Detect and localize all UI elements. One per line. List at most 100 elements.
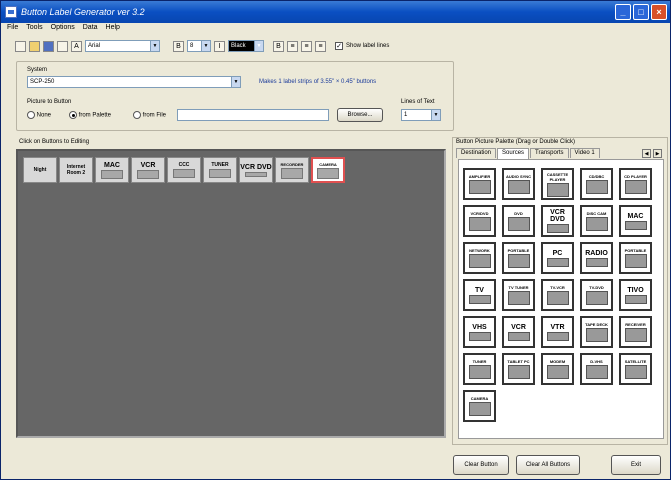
- minimize-icon[interactable]: _: [615, 4, 631, 20]
- radio-file[interactable]: [133, 111, 141, 119]
- tab-video-1[interactable]: Video 1: [569, 148, 600, 158]
- picture-option-file[interactable]: from File: [133, 111, 166, 119]
- chevron-down-icon[interactable]: ▼: [150, 41, 159, 51]
- window-title: Button Label Generator ver 3.2: [21, 7, 145, 17]
- bold-icon[interactable]: B: [273, 40, 284, 52]
- menu-data[interactable]: Data: [83, 24, 98, 36]
- palette-button-text: MAC: [627, 212, 644, 220]
- palette-button[interactable]: TUNER: [463, 353, 496, 385]
- tab-destination[interactable]: Destination: [456, 148, 497, 158]
- device-picture-icon: [468, 365, 491, 379]
- tab-scroll-left-icon[interactable]: ◀: [642, 149, 651, 158]
- palette-button-label: RECEIVER: [625, 322, 646, 327]
- palette-button[interactable]: MAC: [619, 205, 652, 237]
- palette-button[interactable]: TV-DVD: [580, 279, 613, 311]
- edit-button-mac[interactable]: MAC: [95, 157, 129, 183]
- palette-button[interactable]: VTR: [541, 316, 574, 348]
- chevron-down-icon[interactable]: ▼: [254, 41, 263, 51]
- edit-canvas[interactable]: Night Internet Room 2 MAC VCR CCC TUNER …: [16, 149, 446, 438]
- picture-option-palette[interactable]: from Palette: [69, 111, 111, 119]
- tab-scroll-right-icon[interactable]: ▶: [653, 149, 662, 158]
- font-icon[interactable]: A: [71, 40, 82, 52]
- palette-button[interactable]: PORTABLE: [619, 242, 652, 274]
- chevron-down-icon[interactable]: ▼: [201, 41, 210, 51]
- menu-help[interactable]: Help: [106, 24, 120, 36]
- palette-button[interactable]: CAMERA: [463, 390, 496, 422]
- menu-tools[interactable]: Tools: [26, 24, 42, 36]
- bold-toggle-icon[interactable]: B: [173, 40, 184, 52]
- browse-button[interactable]: Browse...: [337, 108, 383, 122]
- palette-button[interactable]: VCR: [502, 316, 535, 348]
- clear-button[interactable]: Clear Button: [453, 455, 509, 475]
- align-left-icon[interactable]: ≡: [287, 40, 298, 52]
- palette-button[interactable]: D-VHS: [580, 353, 613, 385]
- edit-button-vcr-dvd[interactable]: VCR DVD: [239, 157, 273, 183]
- edit-button-text: CCC: [178, 162, 190, 168]
- palette-button[interactable]: TAPE DECK: [580, 316, 613, 348]
- tab-transports[interactable]: Transports: [530, 148, 569, 158]
- radio-palette[interactable]: [69, 111, 77, 119]
- system-combo[interactable]: SCP-250 ▼: [27, 76, 241, 88]
- chevron-down-icon[interactable]: ▼: [231, 77, 240, 87]
- edit-button-ccc[interactable]: CCC: [167, 157, 201, 183]
- tab-sources[interactable]: Sources: [497, 148, 530, 159]
- picture-option-none[interactable]: None: [27, 111, 51, 119]
- font-value: Arial: [88, 43, 101, 49]
- clear-all-buttons-button[interactable]: Clear All Buttons: [516, 455, 580, 475]
- palette-button-label: SATELLITE: [624, 359, 647, 364]
- align-right-icon[interactable]: ≡: [315, 40, 326, 52]
- maximize-icon[interactable]: □: [633, 4, 649, 20]
- exit-button[interactable]: Exit: [611, 455, 661, 475]
- palette-button[interactable]: DVD: [502, 205, 535, 237]
- palette-button[interactable]: SATELLITE: [619, 353, 652, 385]
- print-icon[interactable]: [57, 40, 68, 52]
- palette-button[interactable]: CD PLAYER: [619, 168, 652, 200]
- save-icon[interactable]: [43, 40, 54, 52]
- palette-button[interactable]: AUDIO SYNC: [502, 168, 535, 200]
- edit-button-recorder[interactable]: RECORDER: [275, 157, 309, 183]
- menu-options[interactable]: Options: [51, 24, 75, 36]
- palette-button[interactable]: TIVO: [619, 279, 652, 311]
- edit-button-tuner[interactable]: TUNER: [203, 157, 237, 183]
- vcr-dvd-icon: [245, 171, 267, 177]
- palette-button[interactable]: CASSETTE PLAYER: [541, 168, 574, 200]
- edit-button-camera[interactable]: CAMERA: [311, 157, 345, 183]
- menu-file[interactable]: File: [7, 24, 18, 36]
- font-size-combo[interactable]: 8 ▼: [187, 40, 211, 52]
- show-label-lines-checkbox[interactable]: ✓: [335, 42, 343, 50]
- palette-button[interactable]: TV: [463, 279, 496, 311]
- palette-button[interactable]: TV TUNER: [502, 279, 535, 311]
- palette-button[interactable]: CD/DBC: [580, 168, 613, 200]
- palette-button[interactable]: PORTABLE: [502, 242, 535, 274]
- palette-button[interactable]: RECEIVER: [619, 316, 652, 348]
- edit-button-vcr[interactable]: VCR: [131, 157, 165, 183]
- align-center-icon[interactable]: ≡: [301, 40, 312, 52]
- palette-button[interactable]: VCR/DVD: [463, 205, 496, 237]
- device-picture-icon: [546, 331, 569, 341]
- picture-file-input[interactable]: [177, 109, 329, 121]
- palette-button[interactable]: RADIO: [580, 242, 613, 274]
- palette-button[interactable]: AMPLIFIER: [463, 168, 496, 200]
- palette-button[interactable]: VCR DVD: [541, 205, 574, 237]
- palette-button[interactable]: NETWORK: [463, 242, 496, 274]
- close-icon[interactable]: ×: [651, 4, 667, 20]
- edit-button-text: Internet Room 2: [66, 164, 86, 176]
- new-file-icon[interactable]: [15, 40, 26, 52]
- palette-button[interactable]: PC: [541, 242, 574, 274]
- edit-button-internet[interactable]: Internet Room 2: [59, 157, 93, 183]
- palette-button[interactable]: MODEM: [541, 353, 574, 385]
- lines-combo[interactable]: 1 ▼: [401, 109, 441, 121]
- color-combo[interactable]: Black ▼: [228, 40, 264, 52]
- palette-button[interactable]: VHS: [463, 316, 496, 348]
- window-controls: _ □ ×: [615, 4, 667, 20]
- italic-toggle-icon[interactable]: I: [214, 40, 225, 52]
- open-folder-icon[interactable]: [29, 40, 40, 52]
- palette-button[interactable]: TV-VCR: [541, 279, 574, 311]
- chevron-down-icon[interactable]: ▼: [431, 110, 440, 120]
- font-combo[interactable]: Arial ▼: [85, 40, 160, 52]
- radio-none[interactable]: [27, 111, 35, 119]
- palette-button[interactable]: TABLET PC: [502, 353, 535, 385]
- palette-button[interactable]: DISC CAM: [580, 205, 613, 237]
- title-bar[interactable]: Button Label Generator ver 3.2 _ □ ×: [1, 1, 670, 23]
- edit-button-night[interactable]: Night: [23, 157, 57, 183]
